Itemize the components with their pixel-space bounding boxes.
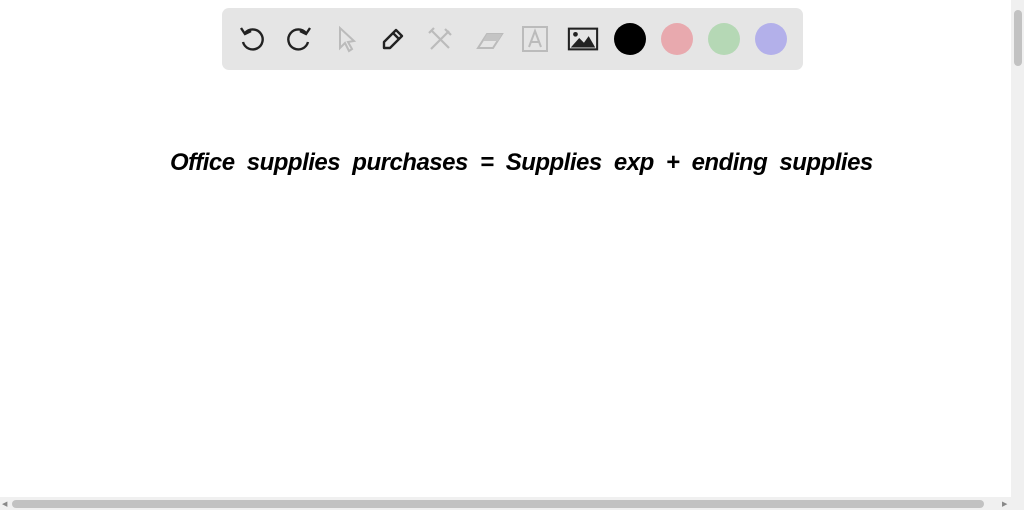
undo-icon (240, 27, 264, 51)
eraser-icon (476, 33, 504, 49)
tools-button[interactable] (424, 23, 456, 55)
drawing-canvas[interactable]: Office supplies purchases = Supplies exp… (0, 80, 1010, 495)
undo-button[interactable] (236, 23, 268, 55)
cursor-icon (339, 25, 357, 53)
handwritten-equation: Office supplies purchases = Supplies exp… (170, 149, 873, 176)
color-purple-swatch[interactable] (755, 23, 787, 55)
horizontal-scroll-thumb[interactable] (12, 500, 984, 508)
wrench-hammer-icon (428, 27, 452, 50)
image-icon (567, 27, 599, 51)
vertical-scrollbar[interactable] (1011, 0, 1024, 497)
text-icon (522, 26, 548, 52)
drawing-toolbar (222, 8, 803, 70)
redo-button[interactable] (283, 23, 315, 55)
horizontal-scrollbar[interactable]: ◀ ▶ (0, 497, 1024, 510)
color-pink-swatch[interactable] (661, 23, 693, 55)
redo-icon (287, 27, 311, 51)
color-black-swatch[interactable] (614, 23, 646, 55)
scroll-left-icon[interactable]: ◀ (2, 500, 7, 508)
vertical-scroll-thumb[interactable] (1014, 10, 1022, 66)
scroll-right-icon[interactable]: ▶ (1002, 500, 1007, 508)
text-tool[interactable] (519, 23, 551, 55)
image-tool[interactable] (567, 23, 599, 55)
eraser-tool[interactable] (473, 23, 505, 55)
select-tool[interactable] (330, 23, 362, 55)
pencil-icon (382, 28, 404, 50)
color-green-swatch[interactable] (708, 23, 740, 55)
pen-tool[interactable] (377, 23, 409, 55)
